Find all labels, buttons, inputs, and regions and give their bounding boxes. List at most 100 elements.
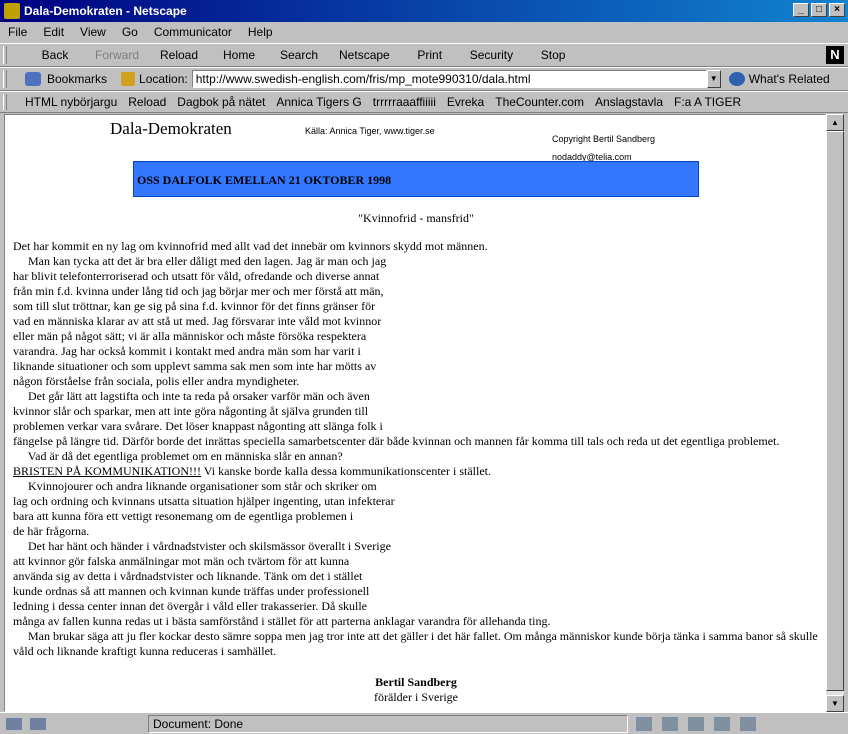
article-line: varandra. Jag har också kommit i kontakt… — [13, 344, 361, 358]
search-button[interactable]: Search — [269, 48, 329, 62]
print-button[interactable]: Print — [400, 48, 460, 62]
article-body: Det har kommit en ny lag om kvinnofrid m… — [13, 239, 823, 659]
article-line: fängelse på längre tid. Därför borde det… — [13, 434, 780, 448]
scroll-down-icon[interactable]: ▼ — [826, 695, 844, 712]
personal-link[interactable]: F:a A TIGER — [674, 95, 741, 109]
article-line: de här frågorna. — [13, 524, 90, 538]
article-line: Man kan tycka att det är bra eller dålig… — [13, 254, 387, 268]
related-icon — [728, 72, 745, 86]
security-lock-icon[interactable] — [6, 717, 22, 730]
article-line: att kvinnor gör falska anmälningar mot m… — [13, 554, 350, 568]
personal-link[interactable]: Anslagstavla — [595, 95, 663, 109]
personal-link[interactable]: Annica Tigers G — [276, 95, 361, 109]
close-button[interactable]: × — [829, 3, 845, 17]
article-line: Kvinnojourer och andra liknande organisa… — [13, 479, 377, 493]
article-line: bara att kunna föra ett vettigt resonema… — [13, 509, 354, 523]
news-icon[interactable] — [688, 716, 704, 731]
scroll-up-icon[interactable]: ▲ — [826, 114, 844, 131]
menu-go[interactable]: Go — [120, 25, 140, 39]
navigator-icon[interactable] — [636, 716, 652, 731]
page-content: Dala-Demokraten Källa: Annica Tiger, www… — [4, 114, 826, 712]
article-line: liknande situationer och som upplevt sam… — [13, 359, 377, 373]
maximize-button[interactable]: □ — [811, 3, 827, 17]
copyright: Copyright Bertil Sandberg — [552, 134, 656, 144]
addressbook-icon[interactable] — [714, 716, 730, 731]
minimize-button[interactable]: _ — [793, 3, 809, 17]
underlined-heading: BRISTEN PÅ KOMMUNIKATION!!! — [13, 464, 201, 478]
article-line: har blivit telefonterroriserad och utsat… — [13, 269, 380, 283]
netscape-app-icon[interactable] — [4, 3, 20, 19]
scroll-thumb[interactable] — [826, 131, 844, 691]
bookmarks-icon — [25, 72, 41, 86]
article-title: "Kvinnofrid - mansfrid" — [358, 211, 474, 225]
signature-role: förälder i Sverige — [374, 690, 458, 704]
forward-button[interactable]: Forward — [85, 48, 149, 62]
menu-file[interactable]: File — [6, 25, 29, 39]
article-line: Det har kommit en ny lag om kvinnofrid m… — [13, 239, 488, 253]
connection-icon[interactable] — [30, 717, 46, 730]
vertical-scrollbar[interactable]: ▲ ▼ — [826, 114, 844, 712]
source-credit: Källa: Annica Tiger, www.tiger.se — [305, 126, 435, 136]
window-title: Dala-Demokraten - Netscape — [24, 4, 187, 18]
status-bar: Document: Done — [0, 712, 848, 734]
article-line: många av fallen kunna redas ut i bästa s… — [13, 614, 551, 628]
article-line: BRISTEN PÅ KOMMUNIKATION!!! Vi kanske bo… — [13, 464, 491, 478]
personal-link[interactable]: TheCounter.com — [495, 95, 584, 109]
personal-link[interactable]: Dagbok på nätet — [177, 95, 265, 109]
personal-link[interactable]: Reload — [128, 95, 166, 109]
article-line: eller män på något sätt; vi är alla männ… — [13, 329, 367, 343]
toolbar-grip[interactable] — [3, 94, 7, 110]
article-line: lag och ordning och kvinnans utsatta sit… — [13, 494, 395, 508]
article-line: problemen verkar vara svårare. Det löser… — [13, 419, 383, 433]
menu-bar: File Edit View Go Communicator Help — [0, 22, 848, 42]
personal-link[interactable]: trrrrraaaffiiiii — [373, 95, 436, 109]
home-button[interactable]: Home — [209, 48, 269, 62]
article-line: våld och liknande kraftigt kunna reducer… — [13, 644, 277, 658]
url-dropdown-icon[interactable]: ▼ — [706, 70, 721, 88]
menu-communicator[interactable]: Communicator — [152, 25, 234, 39]
article-line: ledning i dessa center innan det övergår… — [13, 599, 367, 613]
article-line: vad en människa klarar av att stå ut med… — [13, 314, 382, 328]
title-bar: Dala-Demokraten - Netscape _ □ × — [0, 0, 848, 22]
netscape-button[interactable]: Netscape — [329, 48, 400, 62]
article-line: Det har hänt och händer i vårdnadstviste… — [13, 539, 391, 553]
url-input[interactable]: http://www.swedish-english.com/fris/mp_m… — [191, 70, 707, 88]
article-line: som till slut tröttnar, kan ge sig på si… — [13, 299, 376, 313]
article-line: från min f.d. kvinna under lång tid och … — [13, 284, 384, 298]
security-button[interactable]: Security — [460, 48, 523, 62]
menu-view[interactable]: View — [78, 25, 108, 39]
masthead: Dala-Demokraten — [110, 119, 232, 138]
personal-link[interactable]: HTML nybörjargu — [25, 95, 117, 109]
netscape-logo-icon[interactable]: N — [826, 46, 844, 64]
article-line: Man brukar säga att ju fler kockar desto… — [13, 629, 818, 643]
signature-name: Bertil Sandberg — [375, 675, 457, 689]
bookmarks-label: Bookmarks — [47, 72, 108, 86]
column-banner: OSS DALFOLK EMELLAN 21 OKTOBER 1998 — [133, 161, 699, 197]
window-controls: _ □ × — [793, 3, 845, 17]
menu-help[interactable]: Help — [246, 25, 275, 39]
toolbar-grip[interactable] — [3, 46, 7, 64]
stop-button[interactable]: Stop — [523, 48, 583, 62]
menu-edit[interactable]: Edit — [41, 25, 66, 39]
whats-related-label: What's Related — [748, 72, 830, 86]
personal-toolbar: HTML nybörjargu Reload Dagbok på nätet A… — [0, 91, 848, 113]
reload-button[interactable]: Reload — [149, 48, 209, 62]
toolbar-grip[interactable] — [3, 70, 7, 88]
status-text: Document: Done — [148, 714, 628, 733]
navigation-toolbar: Back Forward Reload Home Search Netscape… — [0, 43, 848, 67]
personal-link[interactable]: Evreka — [447, 95, 484, 109]
bookmarks-button[interactable]: Bookmarks — [25, 72, 107, 86]
mail-icon[interactable] — [662, 716, 678, 731]
article-line: använda sig av detta i vårdnadstvister o… — [13, 569, 363, 583]
article-line: Vad är då det egentliga problemet om en … — [13, 449, 343, 463]
location-label: Location: — [139, 72, 188, 86]
location-toolbar: Bookmarks Location: http://www.swedish-e… — [0, 67, 848, 91]
article-line: kunde ordnas så att mannen och kvinnan k… — [13, 584, 370, 598]
article-line: någon förståelse från sociala, polis ell… — [13, 374, 300, 388]
page-proxy-icon[interactable] — [121, 72, 136, 86]
article-line: Det går lätt att lagstifta och inte ta r… — [13, 389, 370, 403]
article-line: kvinnor slår och sparkar, men att inte g… — [13, 404, 369, 418]
back-button[interactable]: Back — [25, 48, 85, 62]
whats-related-button[interactable]: What's Related — [728, 72, 830, 86]
composer-icon[interactable] — [740, 716, 756, 731]
